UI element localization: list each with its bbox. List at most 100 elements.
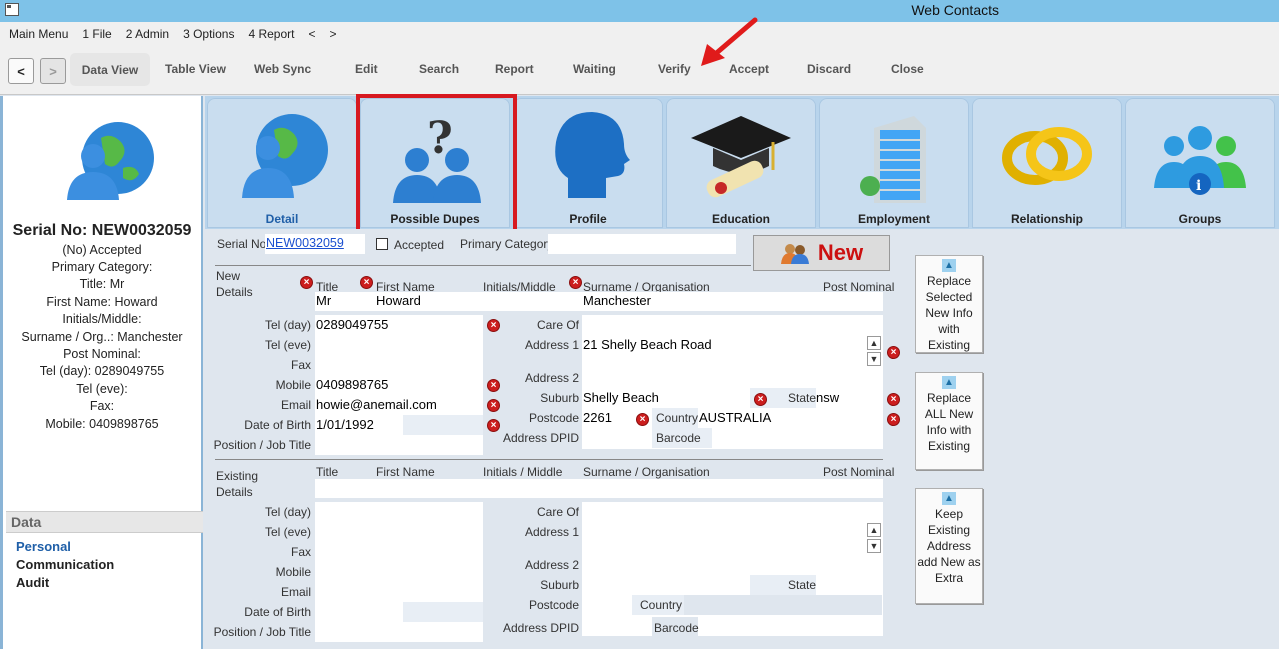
existing-scroll-down-icon[interactable]: ▼ [867,539,881,553]
new-barcode-label: Barcode [656,431,701,445]
tab-detail[interactable]: Detail [207,98,357,228]
replace-selected-button[interactable]: ▲ Replace Selected New Info with Existin… [915,255,983,353]
discard-button[interactable]: Discard [807,62,851,76]
data-section-header: Data [6,511,203,533]
existing-address-fields[interactable] [582,502,883,636]
existing-scroll-up-icon[interactable]: ▲ [867,523,881,537]
replace-selected-label: Replace Selected New Info with Existing [925,274,973,352]
table-view-button[interactable]: Table View [165,62,226,76]
address-scroll-up-icon[interactable]: ▲ [867,336,881,350]
clear-surname-icon[interactable]: × [569,276,582,289]
clear-country-icon[interactable]: × [887,413,900,426]
existing-care-of-label: Care Of [536,505,579,519]
existing-title-label: Title [316,465,339,479]
clear-state-icon[interactable]: × [887,393,900,406]
primary-category-input[interactable] [548,234,736,254]
accepted-checkbox[interactable] [376,238,388,250]
tab-employment-label: Employment [857,212,930,226]
existing-position-label: Position / Job Title [213,625,311,639]
new-title-value[interactable]: Mr [316,293,331,308]
sidebar-link-communication[interactable]: Communication [16,557,114,572]
tab-profile-label: Profile [569,212,607,226]
forward-button[interactable]: > [40,58,66,84]
sidebar-accepted: (No) Accepted [62,243,142,257]
sidebar-tel-eve: Tel (eve): [76,382,128,396]
office-building-icon [860,116,926,203]
new-status-button[interactable]: New [753,235,890,271]
existing-barcode-label: Barcode [654,621,699,635]
menu-file[interactable]: 1 File [82,27,111,41]
tab-groups[interactable]: i Groups [1125,98,1275,228]
clear-suburb-icon[interactable]: × [754,393,767,406]
back-button[interactable]: < [8,58,34,84]
sidebar-first-name: First Name: Howard [46,295,158,309]
web-sync-button[interactable]: Web Sync [254,62,311,76]
replace-all-button[interactable]: ▲ Replace ALL New Info with Existing [915,372,983,470]
clear-first-name-icon[interactable]: × [360,276,373,289]
new-mobile-label: Mobile [275,378,311,392]
keep-existing-label: Keep Existing Address add New as Extra [917,507,981,585]
new-email-value[interactable]: howie@anemail.com [316,397,437,412]
new-details-section-label: New Details [216,269,253,299]
tab-employment[interactable]: Employment [819,98,969,228]
address-scroll-down-icon[interactable]: ▼ [867,352,881,366]
search-button[interactable]: Search [419,62,459,76]
existing-surname-label: Surname / Organisation [583,465,710,479]
sidebar-post-nominal: Post Nominal: [63,347,141,361]
menu-next[interactable]: > [330,27,337,41]
serial-link[interactable]: NEW0032059 [266,236,344,250]
contact-globe-icon [67,122,154,200]
clear-title-icon[interactable]: × [300,276,313,289]
existing-first-name-label: First Name [376,465,435,479]
existing-address1-label: Address 1 [524,525,579,539]
accepted-label: Accepted [394,238,445,252]
report-button[interactable]: Report [495,62,534,76]
tab-detail-label: Detail [265,212,299,226]
replace-all-label: Replace ALL New Info with Existing [924,391,974,453]
tab-profile[interactable]: Profile [513,98,663,228]
new-tel-eve-label: Tel (eve) [264,338,311,352]
sidebar-fax: Fax: [89,399,115,413]
existing-tel-eve-label: Tel (eve) [264,525,311,539]
sidebar-title: Title: Mr [79,277,125,291]
sidebar-link-personal[interactable]: Personal [16,539,71,554]
sidebar: Serial No: NEW0032059 (No) Accepted Prim… [0,96,203,649]
verify-button[interactable]: Verify [658,62,691,76]
edit-button[interactable]: Edit [355,62,378,76]
waiting-button[interactable]: Waiting [573,62,616,76]
menu-prev[interactable]: < [308,27,315,41]
menu-admin[interactable]: 2 Admin [126,27,169,41]
new-country-value[interactable]: AUSTRALIA [699,410,771,425]
existing-tel-day-label: Tel (day) [264,505,311,519]
sidebar-initials: Initials/Middle: [62,312,142,326]
existing-initials-label: Initials / Middle [483,465,563,479]
existing-dob-label: Date of Birth [244,605,311,619]
new-surname-value[interactable]: Manchester [583,293,651,308]
clear-postcode-icon[interactable]: × [636,413,649,426]
new-first-name-value[interactable]: Howard [376,293,421,308]
keep-existing-button[interactable]: ▲ Keep Existing Address add New as Extra [915,488,983,604]
sidebar-tel-day: Tel (day): 0289049755 [39,364,165,378]
menu-report[interactable]: 4 Report [248,27,294,41]
new-postcode-value[interactable]: 2261 [583,410,612,425]
sidebar-link-audit[interactable]: Audit [16,575,49,590]
menu-options[interactable]: 3 Options [183,27,234,41]
new-dob-value[interactable]: 1/01/1992 [316,417,374,432]
tab-relationship[interactable]: Relationship [972,98,1122,228]
data-view-button[interactable]: Data View [70,53,150,86]
groups-people-icon: i [1154,126,1246,195]
tab-relationship-label: Relationship [1010,212,1083,226]
new-tel-day-value[interactable]: 0289049755 [316,317,388,332]
new-address1-value[interactable]: 21 Shelly Beach Road [583,337,712,352]
new-suburb-value[interactable]: Shelly Beach [583,390,659,405]
close-button[interactable]: Close [891,62,924,76]
new-address1-label: Address 1 [524,338,579,352]
existing-name-row[interactable] [315,479,883,498]
existing-country-label: Country [640,598,683,612]
sidebar-surname: Surname / Org..: Manchester [21,330,183,344]
new-state-value[interactable]: nsw [816,390,839,405]
menu-main[interactable]: Main Menu [9,27,68,41]
new-mobile-value[interactable]: 0409898765 [316,377,388,392]
tab-education[interactable]: Education [666,98,816,228]
clear-address-icon[interactable]: × [887,346,900,359]
